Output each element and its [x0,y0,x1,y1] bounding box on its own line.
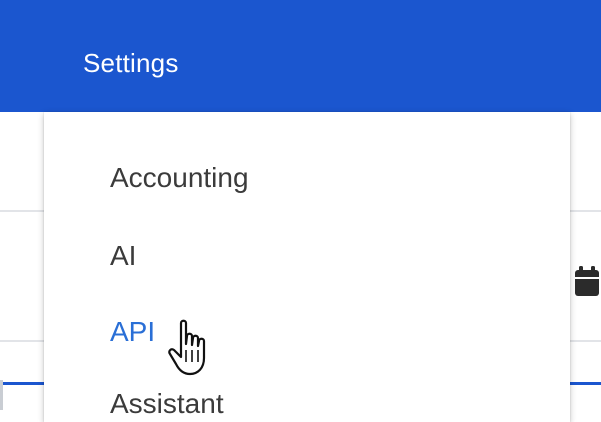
background-divider-top [0,210,44,212]
hand-pointer-cursor-icon [168,319,206,376]
header-bar: Settings [0,0,601,112]
settings-dropdown-menu: Accounting AI API Assistant [44,112,570,422]
background-divider-lower-right [570,340,601,342]
menu-item-ai[interactable]: AI [110,240,136,272]
background-field-underline-right [570,382,601,385]
menu-item-assistant[interactable]: Assistant [110,388,224,420]
background-field-underline-left [0,382,44,385]
background-divider-lower [0,340,44,342]
calendar-icon[interactable] [573,264,599,298]
menu-item-accounting[interactable]: Accounting [110,162,249,194]
background-divider-top-right [570,210,601,212]
background-field-edge [0,380,3,410]
page-title: Settings [83,48,179,78]
menu-item-api[interactable]: API [110,316,155,348]
